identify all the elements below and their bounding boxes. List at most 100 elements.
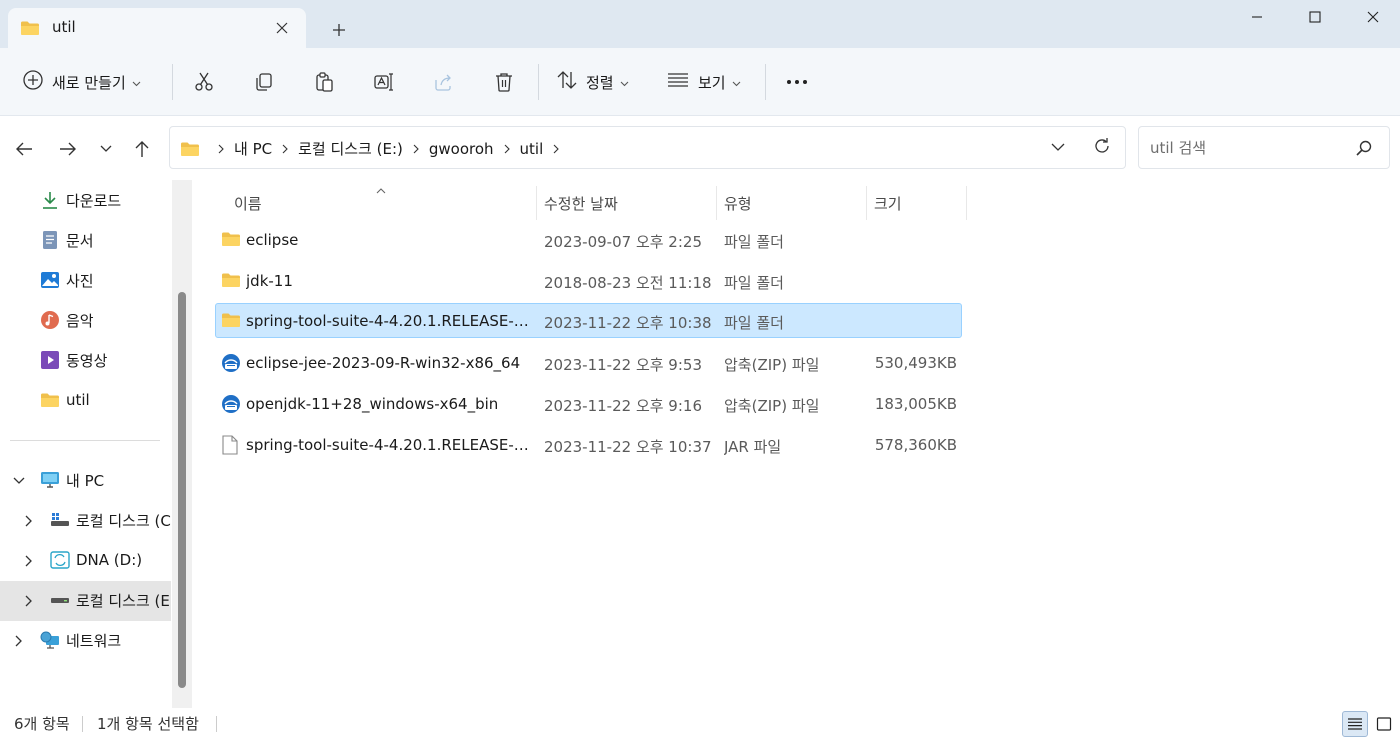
column-divider[interactable] (536, 186, 537, 220)
table-row[interactable]: eclipse-jee-2023-09-R-win32-x86_64 2023-… (215, 345, 962, 380)
sidebar-item-label: 사진 (66, 271, 94, 290)
file-date: 2023-11-22 오후 10:38 (544, 314, 712, 332)
file-type: 압축(ZIP) 파일 (724, 397, 820, 415)
new-button[interactable]: 새로 만들기 (22, 65, 141, 99)
tab-title: util (52, 18, 76, 36)
sidebar-item-label: 문서 (66, 231, 94, 250)
sidebar-item-label: 음악 (66, 311, 94, 330)
up-arrow-icon[interactable] (128, 135, 156, 163)
file-type: 압축(ZIP) 파일 (724, 356, 820, 374)
expand-chevron-right-icon[interactable] (21, 513, 37, 529)
search-icon[interactable] (1355, 139, 1373, 161)
sidebar-item-drive-c[interactable]: 로컬 디스크 (C (50, 501, 172, 539)
folder-icon (40, 390, 60, 410)
delete-icon[interactable] (487, 65, 521, 99)
rename-icon[interactable] (367, 65, 401, 99)
column-divider[interactable] (866, 186, 867, 220)
column-header-name[interactable]: 이름 (234, 186, 262, 220)
column-header-date[interactable]: 수정한 날짜 (544, 186, 618, 220)
sidebar-item-drive-d[interactable]: DNA (D:) (50, 541, 172, 579)
paste-icon[interactable] (307, 65, 341, 99)
search-box[interactable] (1138, 126, 1390, 169)
table-row[interactable]: spring-tool-suite-4-4.20.1.RELEASE-e4.29… (215, 427, 962, 462)
breadcrumb-separator-icon[interactable] (218, 144, 224, 154)
network-icon (40, 630, 60, 650)
breadcrumb-separator-icon[interactable] (504, 144, 510, 154)
minimize-button[interactable] (1228, 0, 1286, 34)
breadcrumb-separator-icon[interactable] (413, 144, 419, 154)
sidebar-item-util[interactable]: util (40, 381, 172, 419)
column-header-type[interactable]: 유형 (724, 186, 752, 220)
breadcrumb-util[interactable]: util (520, 140, 544, 158)
back-arrow-icon[interactable] (10, 135, 38, 163)
table-row-selected[interactable]: spring-tool-suite-4-4.20.1.RELEASE-e4.29… (215, 303, 962, 338)
column-header-size[interactable]: 크기 (874, 186, 902, 220)
sort-button[interactable]: 정렬 (556, 65, 629, 99)
breadcrumb-this-pc[interactable]: 내 PC (234, 138, 272, 159)
forward-arrow-icon[interactable] (54, 135, 82, 163)
sidebar-item-downloads[interactable]: 다운로드 (40, 181, 172, 219)
expand-chevron-right-icon[interactable] (21, 553, 37, 569)
share-icon[interactable] (427, 65, 461, 99)
copy-icon[interactable] (247, 65, 281, 99)
breadcrumb-separator-icon[interactable] (282, 144, 288, 154)
refresh-icon[interactable] (1092, 136, 1112, 160)
sidebar-item-documents[interactable]: 문서 (40, 221, 172, 259)
folder-icon (221, 230, 241, 250)
toolbar-divider (172, 64, 173, 100)
sidebar-scrollbar-thumb[interactable] (178, 292, 186, 688)
details-view-icon[interactable] (1342, 711, 1368, 737)
expand-chevron-right-icon[interactable] (21, 593, 37, 609)
new-button-label: 새로 만들기 (52, 73, 126, 92)
table-row[interactable]: eclipse 2023-09-07 오후 2:25 파일 폴더 (215, 222, 962, 257)
breadcrumb-gwooroh[interactable]: gwooroh (429, 140, 494, 158)
view-button-label: 보기 (698, 73, 726, 92)
file-list: 이름 수정한 날짜 유형 크기 eclipse 2023-09-07 오후 2:… (192, 180, 1400, 710)
column-divider[interactable] (966, 186, 967, 220)
table-row[interactable]: jdk-11 2018-08-23 오전 11:18 파일 폴더 (215, 263, 962, 298)
more-options-icon[interactable] (780, 65, 814, 99)
folder-icon (221, 271, 241, 291)
address-history-chevron-icon[interactable] (1050, 137, 1066, 161)
sidebar-item-label: util (66, 391, 90, 409)
file-name: spring-tool-suite-4-4.20.1.RELEASE-e4.29… (246, 312, 538, 330)
sidebar-item-this-pc[interactable]: 내 PC (40, 461, 172, 499)
close-window-button[interactable] (1344, 0, 1400, 34)
view-list-icon (666, 69, 690, 95)
navigation-bar: 내 PC 로컬 디스크 (E:) gwooroh util (0, 116, 1400, 180)
breadcrumb-separator-icon[interactable] (553, 144, 560, 154)
folder-icon (180, 141, 200, 157)
status-bar: 6개 항목 1개 항목 선택함 (0, 708, 1400, 738)
sidebar-item-label: 동영상 (66, 351, 108, 370)
column-divider[interactable] (716, 186, 717, 220)
sidebar-item-label: 내 PC (66, 471, 105, 490)
sidebar-item-drive-e[interactable]: 로컬 디스크 (E (50, 581, 172, 619)
file-date: 2023-09-07 오후 2:25 (544, 233, 702, 251)
file-size: 530,493KB (874, 354, 957, 372)
maximize-button[interactable] (1286, 0, 1344, 34)
file-name: openjdk-11+28_windows-x64_bin (246, 395, 499, 413)
address-bar[interactable]: 내 PC 로컬 디스크 (E:) gwooroh util (169, 126, 1126, 169)
tab-util[interactable]: util (8, 8, 306, 48)
sidebar-item-label: 다운로드 (66, 191, 122, 210)
expand-chevron-down-icon[interactable] (11, 473, 27, 489)
sidebar-item-music[interactable]: 음악 (40, 301, 172, 339)
file-name: eclipse (246, 231, 299, 249)
file-name: eclipse-jee-2023-09-R-win32-x86_64 (246, 354, 521, 372)
view-button[interactable]: 보기 (666, 65, 741, 99)
new-tab-button[interactable] (326, 17, 352, 43)
large-icons-view-icon[interactable] (1371, 711, 1397, 737)
file-name: jdk-11 (246, 272, 293, 290)
sidebar-item-label: 네트워크 (66, 631, 122, 650)
recent-locations-chevron-icon[interactable] (92, 135, 120, 163)
navigation-pane: 다운로드 문서 사진 음악 동영상 util 내 PC 로컬 디스크 (C DN… (0, 180, 192, 710)
sidebar-item-videos[interactable]: 동영상 (40, 341, 172, 379)
sidebar-item-pictures[interactable]: 사진 (40, 261, 172, 299)
breadcrumb-local-disk-e[interactable]: 로컬 디스크 (E:) (298, 138, 403, 159)
expand-chevron-right-icon[interactable] (11, 633, 27, 649)
table-row[interactable]: openjdk-11+28_windows-x64_bin 2023-11-22… (215, 386, 962, 421)
cut-icon[interactable] (187, 65, 221, 99)
sidebar-item-network[interactable]: 네트워크 (40, 621, 172, 659)
search-input[interactable] (1140, 128, 1340, 167)
close-tab-icon[interactable] (270, 16, 294, 40)
